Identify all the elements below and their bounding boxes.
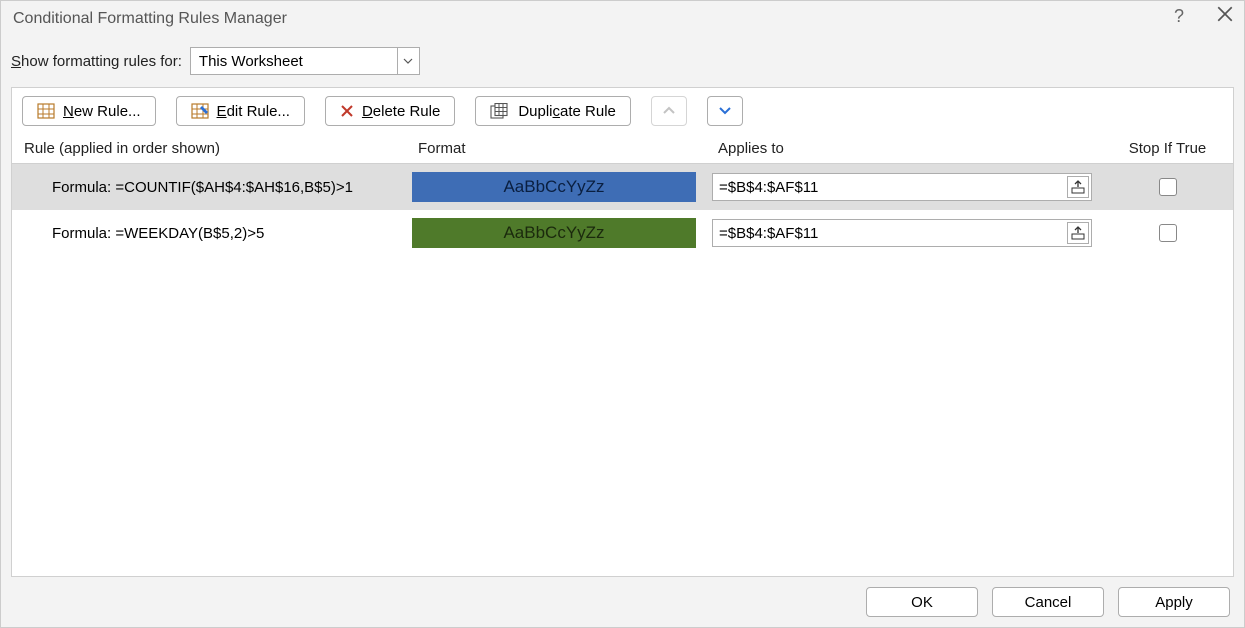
delete-rule-label: Delete Rule (362, 103, 440, 120)
toolbar: New Rule... Edit Rule... Delete Rule Dup… (11, 87, 1234, 134)
titlebar-controls: ? (1174, 5, 1234, 28)
apply-button[interactable]: Apply (1118, 587, 1230, 617)
titlebar: Conditional Formatting Rules Manager ? (1, 1, 1244, 37)
stop-if-true-checkbox[interactable] (1159, 224, 1177, 242)
edit-rule-label: Edit Rule... (217, 103, 290, 120)
stop-if-true-checkbox[interactable] (1159, 178, 1177, 196)
ok-button[interactable]: OK (866, 587, 978, 617)
format-preview: AaBbCcYyZz (412, 172, 696, 202)
format-preview-cell: AaBbCcYyZz (412, 218, 712, 248)
duplicate-rule-button[interactable]: Duplicate Rule (475, 96, 631, 126)
rule-row[interactable]: Formula: =WEEKDAY(B$5,2)>5AaBbCcYyZz =$B$… (12, 210, 1233, 256)
rule-description: Formula: =COUNTIF($AH$4:$AH$16,B$5)>1 (12, 179, 412, 196)
cf-rules-manager-dialog: Conditional Formatting Rules Manager ? S… (0, 0, 1245, 628)
dialog-footer: OK Cancel Apply (1, 577, 1244, 627)
cancel-button[interactable]: Cancel (992, 587, 1104, 617)
move-down-button[interactable] (707, 96, 743, 126)
applies-to-input[interactable]: =$B$4:$AF$11 (712, 219, 1092, 247)
scope-dropdown[interactable]: This Worksheet (190, 47, 420, 75)
applies-to-cell: =$B$4:$AF$11 (712, 173, 1112, 201)
stop-if-true-cell (1112, 224, 1233, 242)
scope-label: Show formatting rules for: (11, 53, 182, 70)
scope-selected-value: This Worksheet (199, 53, 303, 70)
rules-list: Rule (applied in order shown) Format App… (11, 134, 1234, 577)
move-up-button[interactable] (651, 96, 687, 126)
chevron-up-icon (662, 103, 676, 120)
range-picker-icon[interactable] (1067, 176, 1089, 198)
applies-to-value: =$B$4:$AF$11 (713, 225, 818, 242)
help-icon[interactable]: ? (1174, 6, 1184, 27)
close-icon[interactable] (1216, 5, 1234, 28)
chevron-down-icon (718, 103, 732, 120)
format-preview: AaBbCcYyZz (412, 218, 696, 248)
edit-rule-button[interactable]: Edit Rule... (176, 96, 305, 126)
rule-row[interactable]: Formula: =COUNTIF($AH$4:$AH$16,B$5)>1AaB… (12, 164, 1233, 210)
chevron-down-icon (397, 48, 419, 74)
new-rule-button[interactable]: New Rule... (22, 96, 156, 126)
delete-rule-icon (340, 104, 354, 118)
scope-row: Show formatting rules for: This Workshee… (1, 37, 1244, 81)
column-header-stop-if-true: Stop If True (1112, 140, 1233, 157)
new-rule-icon (37, 103, 55, 119)
applies-to-cell: =$B$4:$AF$11 (712, 219, 1112, 247)
stop-if-true-cell (1112, 178, 1233, 196)
rules-body: Formula: =COUNTIF($AH$4:$AH$16,B$5)>1AaB… (12, 164, 1233, 256)
dialog-title: Conditional Formatting Rules Manager (13, 10, 287, 28)
duplicate-rule-label: Duplicate Rule (518, 103, 616, 120)
delete-rule-button[interactable]: Delete Rule (325, 96, 455, 126)
new-rule-label: New Rule... (63, 103, 141, 120)
column-header-applies-to: Applies to (712, 140, 1112, 157)
column-header-rule: Rule (applied in order shown) (12, 140, 412, 157)
range-picker-icon[interactable] (1067, 222, 1089, 244)
toolbar-container: New Rule... Edit Rule... Delete Rule Dup… (1, 81, 1244, 134)
format-preview-cell: AaBbCcYyZz (412, 172, 712, 202)
column-header-format: Format (412, 140, 712, 157)
duplicate-rule-icon (490, 103, 510, 119)
rule-description: Formula: =WEEKDAY(B$5,2)>5 (12, 225, 412, 242)
applies-to-input[interactable]: =$B$4:$AF$11 (712, 173, 1092, 201)
applies-to-value: =$B$4:$AF$11 (713, 179, 818, 196)
rules-header: Rule (applied in order shown) Format App… (12, 134, 1233, 164)
edit-rule-icon (191, 103, 209, 119)
